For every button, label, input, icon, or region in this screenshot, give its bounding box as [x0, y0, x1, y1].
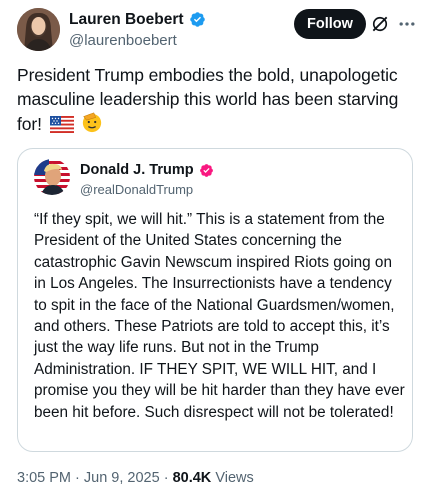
tweet-meta: 3:05 PM · Jun 9, 2025 · 80.4K Views	[17, 470, 254, 486]
tweet-body: President Trump embodies the bold, unapo…	[17, 65, 399, 134]
quoted-tweet-text: “If they spit, we will hit.” This is a s…	[34, 211, 405, 421]
quoted-name-block: Donald J. Trump @realDonaldTrump	[80, 161, 214, 198]
more-options-icon[interactable]	[397, 14, 417, 34]
meta-separator: ·	[71, 470, 84, 486]
tweet-time[interactable]: 3:05 PM	[17, 470, 71, 486]
us-flag-emoji	[49, 116, 74, 133]
quoted-display-name[interactable]: Donald J. Trump	[80, 161, 194, 179]
quoted-handle[interactable]: @realDonaldTrump	[80, 181, 214, 198]
verified-badge-icon	[189, 12, 205, 27]
tweet-text: President Trump embodies the bold, unapo…	[17, 63, 417, 136]
author-avatar[interactable]	[17, 8, 60, 51]
grok-icon[interactable]	[370, 14, 390, 34]
author-name-block: Lauren Boebert @laurenboebert	[69, 10, 206, 50]
meta-separator: ·	[159, 470, 173, 486]
author-handle[interactable]: @laurenboebert	[69, 31, 206, 50]
quoted-author-avatar[interactable]	[34, 159, 70, 195]
author-display-name[interactable]: Lauren Boebert	[69, 10, 184, 29]
verified-badge-icon	[199, 163, 213, 177]
saluting-face-emoji	[83, 112, 102, 133]
tweet-date[interactable]: Jun 9, 2025	[84, 470, 160, 486]
quoted-tweet-card[interactable]: Donald J. Trump @realDonaldTrump “If the…	[17, 148, 413, 452]
tweet-header: Lauren Boebert @laurenboebert Follow	[17, 8, 422, 56]
views-count: 80.4K	[172, 470, 212, 486]
follow-button[interactable]: Follow	[294, 9, 366, 39]
views-label: Views	[215, 470, 254, 486]
